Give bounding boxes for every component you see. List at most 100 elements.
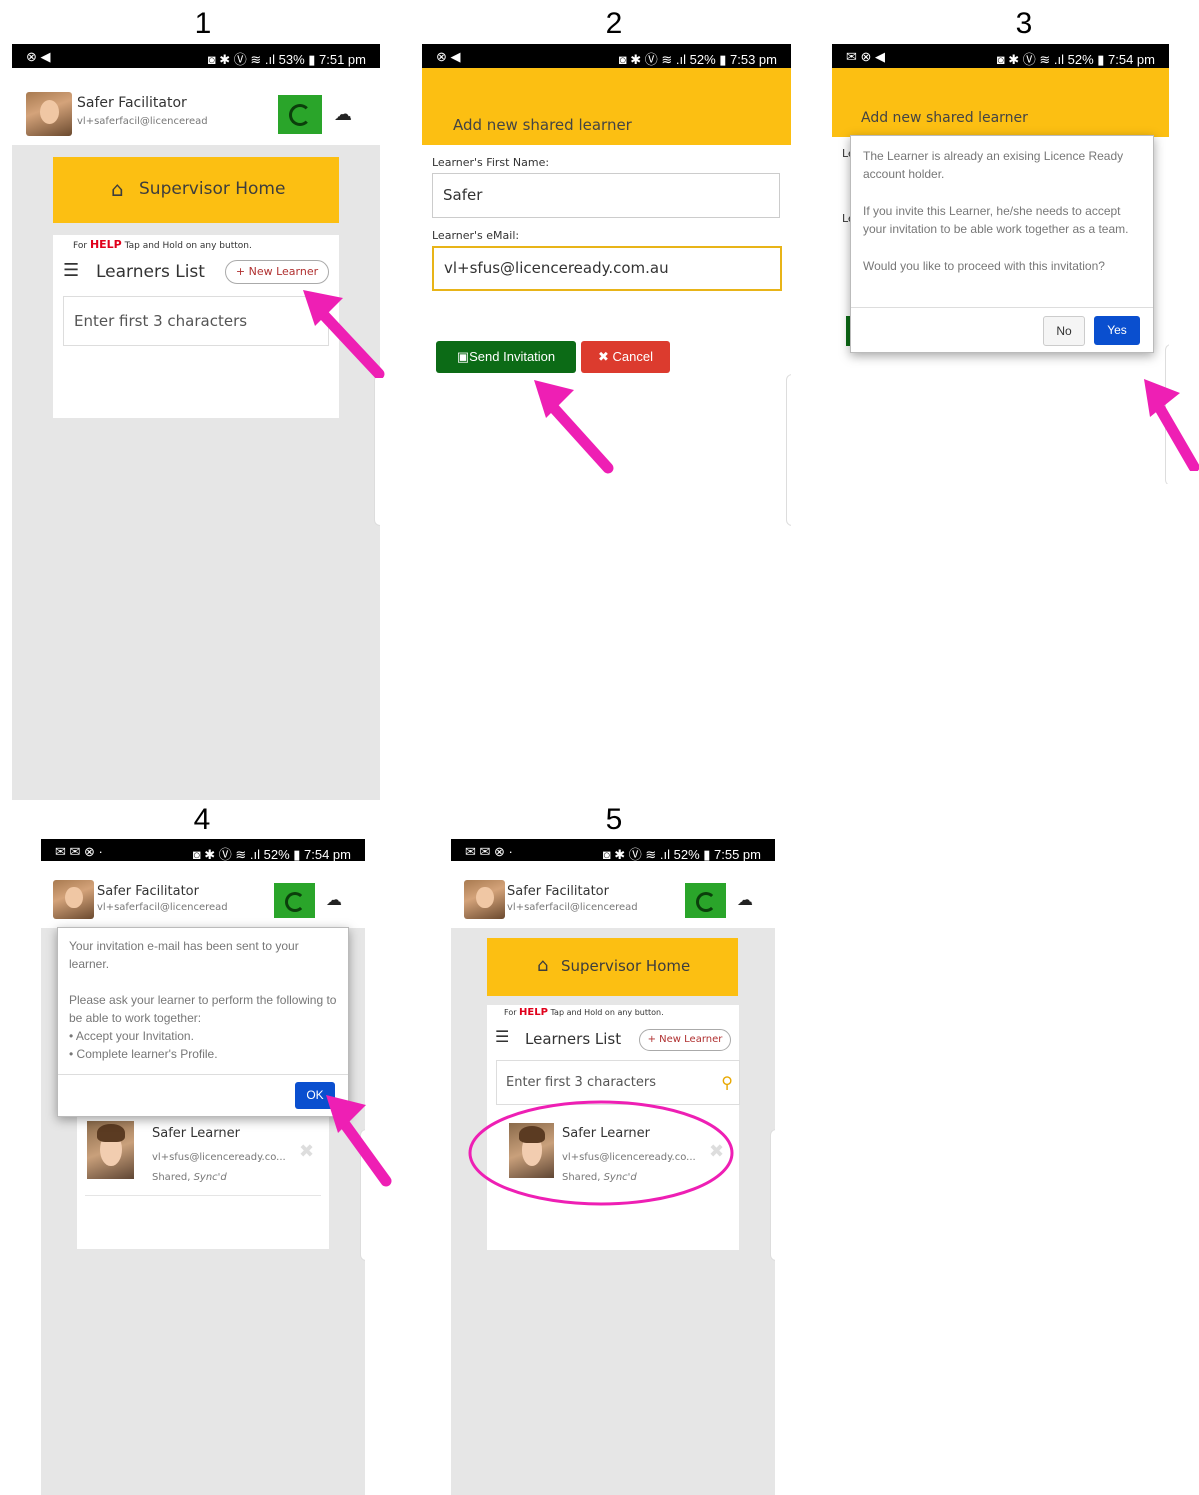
dialog-bullet-2: • Complete learner's Profile.: [69, 1047, 218, 1061]
learner-name: Safer Learner: [152, 1126, 240, 1141]
no-button[interactable]: No: [1043, 316, 1085, 346]
avatar[interactable]: [464, 880, 505, 919]
new-learner-button[interactable]: + New Learner: [639, 1029, 731, 1051]
remove-learner-icon[interactable]: ✖: [299, 1141, 314, 1162]
dialog-message-1: Your invitation e-mail has been sent to …: [69, 939, 299, 971]
status-bar: ✉ ✉ ⊗ · ◙ ✱ Ⓥ ≋ .ıl 52% ▮ 7:54 pm: [41, 839, 365, 862]
status-bar: ⊗ ◀ ◙ ✱ Ⓥ ≋ .ıl 52% ▮ 7:53 pm: [422, 44, 791, 68]
help-prefix: For: [504, 1008, 520, 1017]
status-left: ⊗ ◀: [26, 49, 51, 64]
avatar[interactable]: [53, 880, 94, 919]
status-sync: Sync'd: [193, 1172, 227, 1183]
search-input[interactable]: Enter first 3 characters: [63, 296, 329, 346]
home-icon: ⌂: [537, 955, 549, 976]
status-right: ◙ ✱ Ⓥ ≋ .ıl 53% ▮ 7:51 pm: [207, 52, 366, 67]
dialog-message-2: Please ask your learner to perform the f…: [69, 993, 337, 1025]
help-suffix: Tap and Hold on any button.: [121, 241, 252, 251]
learners-list-title: Learners List: [525, 1030, 622, 1048]
modal-title-bar: Add new shared learner: [832, 68, 1169, 137]
email-label: Learner's eMail:: [432, 229, 520, 242]
home-label: Supervisor Home: [561, 957, 691, 975]
status-left: ⊗ ◀: [436, 49, 461, 64]
user-email: vl+saferfacil@licenceread: [77, 116, 208, 127]
user-name: Safer Facilitator: [97, 884, 199, 899]
help-word: HELP: [89, 238, 122, 251]
learner-avatar: [87, 1121, 134, 1179]
side-drawer-edge[interactable]: [786, 374, 791, 526]
status-right: ◙ ✱ Ⓥ ≋ .ıl 52% ▮ 7:53 pm: [618, 52, 777, 67]
close-icon: ✖: [598, 349, 613, 364]
dialog-divider: [851, 307, 1153, 308]
loading-spinner-icon: [289, 104, 311, 126]
step-number-1: 1: [194, 7, 212, 40]
home-label: Supervisor Home: [139, 179, 286, 199]
status-bar: ⊗ ◀ ◙ ✱ Ⓥ ≋ .ıl 53% ▮ 7:51 pm: [12, 44, 380, 68]
first-name-field[interactable]: Safer: [432, 173, 780, 218]
save-icon: ▣: [456, 349, 470, 364]
learner-status: Shared, Sync'd: [152, 1172, 227, 1183]
pointer-arrow-icon: [534, 380, 614, 474]
sync-status-button[interactable]: [278, 95, 322, 134]
confirm-dialog: The Learner is already an exising Licenc…: [850, 135, 1154, 353]
status-left: ✉ ✉ ⊗ ·: [55, 844, 103, 859]
step-number-2: 2: [605, 7, 623, 40]
search-placeholder: Enter first 3 characters: [506, 1075, 656, 1090]
loading-spinner-icon: [696, 892, 716, 912]
pointer-arrow-icon: [303, 290, 385, 378]
cloud-sync-icon[interactable]: ☁: [326, 890, 342, 909]
app-header: Safer Facilitator vl+saferfacil@licencer…: [451, 861, 775, 928]
side-drawer-edge[interactable]: [770, 1129, 775, 1261]
pointer-arrow-icon: [1144, 379, 1199, 471]
screen-3: ✉ ⊗ ◀ ◙ ✱ Ⓥ ≋ .ıl 52% ▮ 7:54 pm Add new …: [832, 44, 1169, 484]
dialog-divider: [58, 1074, 348, 1075]
learners-list-title: Learners List: [96, 262, 205, 282]
app-header: Safer Facilitator vl+saferfacil@licencer…: [12, 68, 380, 145]
cloud-sync-icon[interactable]: ☁: [334, 104, 352, 125]
user-email: vl+saferfacil@licenceread: [97, 902, 228, 913]
status-left: ✉ ⊗ ◀: [846, 49, 886, 64]
highlight-ellipse: [468, 1100, 734, 1206]
help-prefix: For: [73, 241, 90, 251]
row-divider: [85, 1195, 321, 1196]
supervisor-home-button[interactable]: ⌂ Supervisor Home: [487, 938, 738, 996]
side-drawer-edge[interactable]: [374, 374, 380, 526]
list-icon: ☰: [63, 260, 80, 281]
dialog-bullet-1: • Accept your Invitation.: [69, 1029, 194, 1043]
learner-email: vl+sfus@licenceready.co...: [152, 1152, 286, 1163]
sync-status-button[interactable]: [274, 883, 315, 918]
dialog-message-1: The Learner is already an exising Licenc…: [863, 149, 1124, 181]
step-number-3: 3: [1015, 7, 1033, 40]
avatar[interactable]: [26, 92, 72, 136]
screen-4: ✉ ✉ ⊗ · ◙ ✱ Ⓥ ≋ .ıl 52% ▮ 7:54 pm Safer …: [41, 839, 365, 1495]
pointer-arrow-icon: [326, 1095, 392, 1187]
supervisor-home-button[interactable]: ⌂ Supervisor Home: [53, 157, 339, 223]
first-name-label: Learner's First Name:: [432, 156, 550, 169]
user-name: Safer Facilitator: [507, 884, 609, 899]
step-number-5: 5: [605, 803, 623, 836]
dialog-message-2: If you invite this Learner, he/she needs…: [863, 204, 1129, 236]
status-bar: ✉ ⊗ ◀ ◙ ✱ Ⓥ ≋ .ıl 52% ▮ 7:54 pm: [832, 44, 1169, 68]
help-hint: For HELP Tap and Hold on any button.: [504, 1007, 664, 1018]
modal-title: Add new shared learner: [861, 110, 1028, 126]
status-prefix: Shared,: [152, 1172, 194, 1183]
send-label: Send Invitation: [469, 349, 556, 364]
cancel-label: Cancel: [612, 349, 653, 364]
status-left: ✉ ✉ ⊗ ·: [465, 844, 513, 859]
step-number-4: 4: [193, 803, 211, 836]
invitation-sent-dialog: Your invitation e-mail has been sent to …: [57, 927, 349, 1117]
status-right: ◙ ✱ Ⓥ ≋ .ıl 52% ▮ 7:54 pm: [996, 52, 1155, 67]
modal-title-bar: Add new shared learner: [422, 68, 791, 145]
home-icon: ⌂: [111, 177, 124, 201]
list-icon: ☰: [495, 1027, 510, 1046]
help-word: HELP: [519, 1007, 548, 1018]
cloud-sync-icon[interactable]: ☁: [737, 890, 753, 909]
modal-title: Add new shared learner: [453, 116, 632, 134]
dialog-message-3: Would you like to proceed with this invi…: [863, 259, 1105, 273]
help-suffix: Tap and Hold on any button.: [547, 1008, 664, 1017]
app-header: Safer Facilitator vl+saferfacil@licencer…: [41, 861, 365, 928]
learners-card: Safer Learner vl+sfus@licenceready.co...…: [77, 1109, 329, 1249]
yes-button[interactable]: Yes: [1094, 316, 1140, 345]
status-bar: ✉ ✉ ⊗ · ◙ ✱ Ⓥ ≋ .ıl 52% ▮ 7:55 pm: [451, 839, 775, 862]
email-field[interactable]: vl+sfus@licenceready.com.au: [432, 246, 782, 291]
sync-status-button[interactable]: [685, 883, 726, 918]
